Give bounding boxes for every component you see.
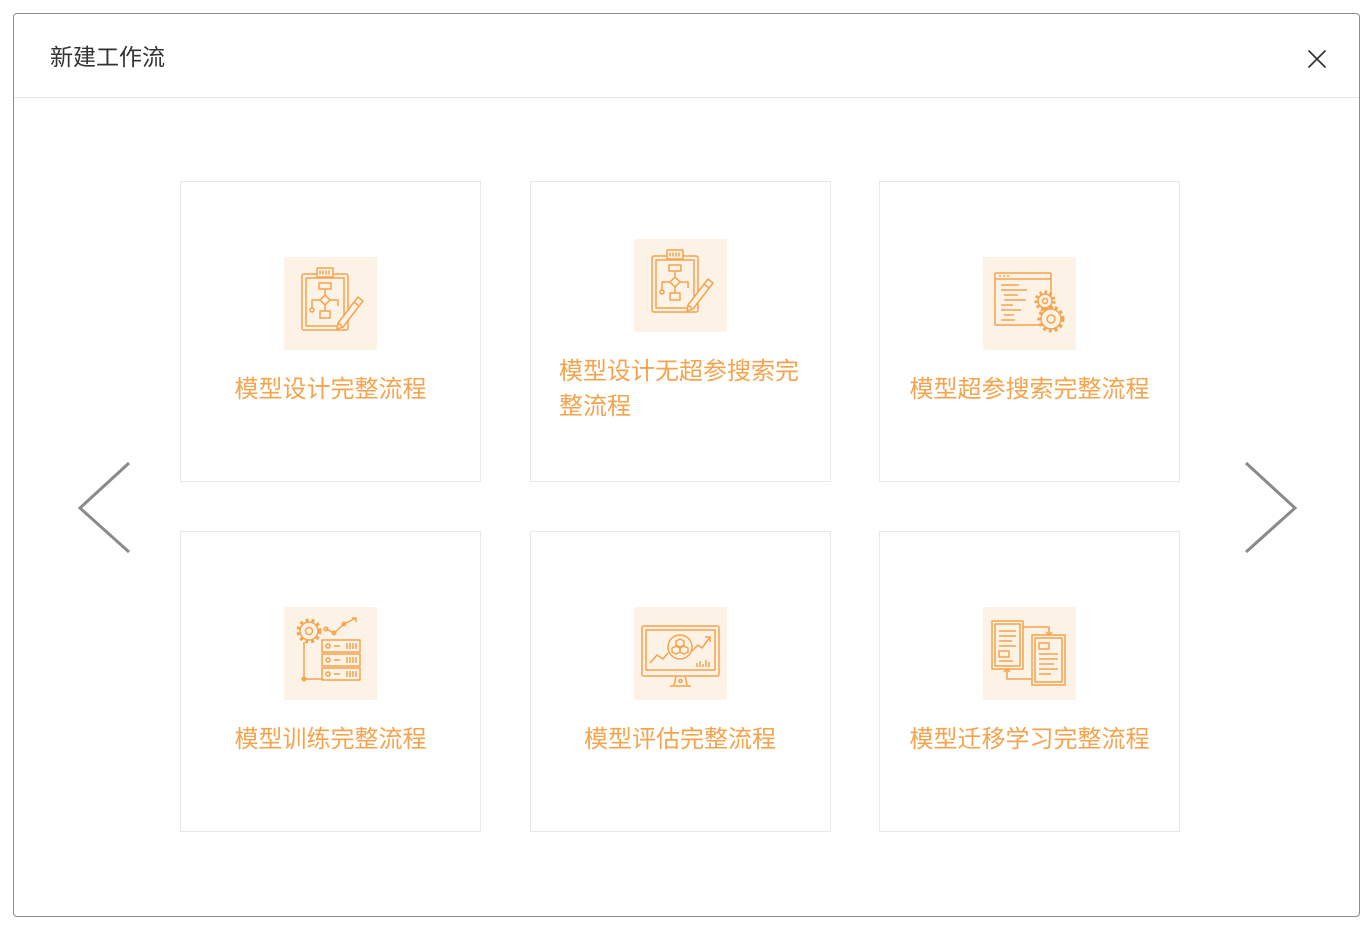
workflow-card-model-design-no-hpo[interactable]: 模型设计无超参搜索完整流程 — [529, 181, 831, 482]
flowchart-design-icon — [633, 239, 727, 332]
carousel-next-button[interactable] — [1242, 459, 1300, 557]
workflow-card-model-training[interactable]: 模型训练完整流程 — [180, 531, 481, 832]
workflow-card-label: 模型迁移学习完整流程 — [909, 724, 1150, 753]
workflow-card-label: 模型评估完整流程 — [584, 724, 776, 753]
workflow-card-transfer-learning[interactable]: 模型迁移学习完整流程 — [879, 531, 1180, 832]
monitor-analytics-icon — [633, 606, 727, 700]
document-transfer-icon — [983, 606, 1076, 700]
dialog-header: 新建工作流 — [14, 14, 1359, 98]
workflow-card-hyperparameter-search[interactable]: 模型超参搜索完整流程 — [879, 181, 1180, 482]
carousel-prev-button[interactable] — [76, 459, 134, 557]
chevron-right-icon — [1244, 461, 1298, 554]
new-workflow-dialog: 新建工作流 模型设计完整流程 模型设计无超参搜索完整流程 模型超参搜索完整流程 … — [13, 13, 1360, 917]
code-settings-icon — [983, 256, 1076, 350]
gear-server-icon — [284, 606, 377, 700]
chevron-left-icon — [77, 461, 131, 554]
workflow-card-model-design[interactable]: 模型设计完整流程 — [180, 181, 481, 482]
close-button[interactable] — [1306, 48, 1328, 70]
dialog-title: 新建工作流 — [50, 45, 165, 71]
workflow-card-label: 模型设计无超参搜索完整流程 — [559, 357, 799, 420]
workflow-card-label: 模型设计完整流程 — [234, 374, 427, 403]
workflow-card-label: 模型超参搜索完整流程 — [909, 374, 1150, 403]
workflow-template-grid: 模型设计完整流程 模型设计无超参搜索完整流程 模型超参搜索完整流程 模型训练完整… — [180, 181, 1180, 832]
workflow-card-model-evaluation[interactable]: 模型评估完整流程 — [529, 531, 831, 832]
flowchart-design-icon — [284, 256, 377, 350]
workflow-card-label: 模型训练完整流程 — [234, 724, 427, 753]
close-icon — [1308, 50, 1326, 68]
